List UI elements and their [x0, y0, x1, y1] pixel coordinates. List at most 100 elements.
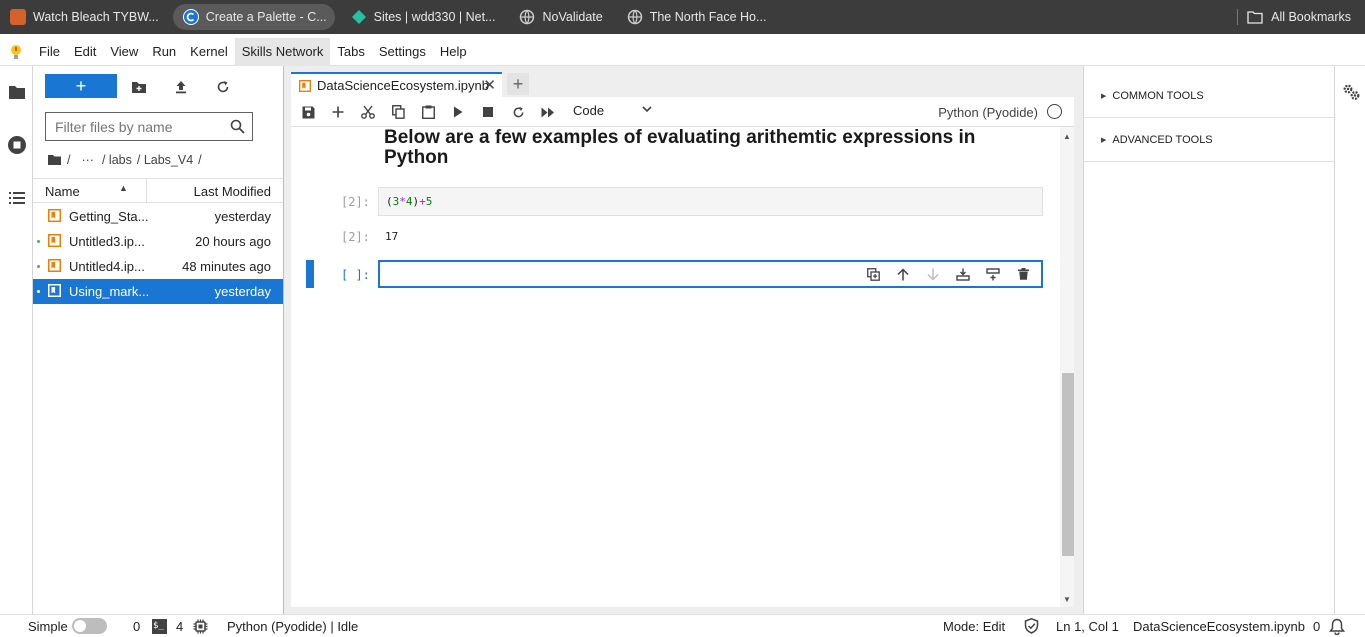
file-row[interactable]: Untitled4.ip... 48 minutes ago	[33, 254, 283, 279]
kernel-name-button[interactable]: Python (Pyodide)	[938, 105, 1038, 120]
breadcrumb-ellipsis[interactable]: ···	[81, 153, 94, 167]
file-name: Untitled3.ip...	[69, 234, 145, 249]
new-launcher-button[interactable]: +	[45, 74, 117, 98]
menu-run[interactable]: Run	[145, 38, 183, 66]
file-list-header: Name ▲ Last Modified	[33, 178, 283, 203]
globe-icon	[519, 9, 535, 25]
table-of-contents-icon[interactable]	[6, 187, 27, 208]
breadcrumb: / ··· / labs / Labs_V4 /	[47, 152, 207, 168]
file-browser: + / ··· / labs / Labs_V4 / Name ▲ Last M…	[33, 66, 284, 614]
run-icon[interactable]	[448, 102, 468, 122]
simple-mode-toggle[interactable]	[72, 618, 107, 634]
all-bookmarks-button[interactable]: All Bookmarks	[1247, 0, 1351, 34]
menu-tabs[interactable]: Tabs	[330, 38, 371, 66]
cell-output-prompt: [2]:	[341, 230, 370, 244]
breadcrumb-labs-v4[interactable]: / Labs_V4	[137, 153, 193, 167]
file-row-selected[interactable]: Using_mark... yesterday	[33, 279, 283, 304]
notebook-toolbar: Code Python (Pyodide)	[291, 97, 1074, 127]
property-inspector-gears-icon[interactable]	[1342, 83, 1360, 104]
common-tools-section[interactable]: ▶ COMMON TOOLS	[1084, 74, 1334, 118]
move-up-icon[interactable]	[888, 264, 918, 284]
anime-favicon-icon	[10, 9, 26, 25]
move-down-icon[interactable]	[918, 264, 948, 284]
menu-settings[interactable]: Settings	[372, 38, 433, 66]
bookmark-palette[interactable]: Create a Palette - C...	[172, 4, 335, 30]
menu-file[interactable]: File	[32, 38, 67, 66]
refresh-icon[interactable]	[213, 77, 233, 97]
palette-favicon-icon	[182, 9, 199, 25]
copy-icon[interactable]	[388, 102, 408, 122]
file-row[interactable]: Getting_Sta... yesterday	[33, 204, 283, 229]
cut-icon[interactable]	[358, 102, 378, 122]
bookmark-novalidate[interactable]: NoValidate	[509, 4, 610, 30]
notebook-icon	[48, 284, 61, 300]
tab-datascienceecosystem[interactable]: DataScienceEcosystem.ipynb ✕	[291, 72, 502, 97]
notebook-icon	[48, 259, 61, 275]
delete-cell-icon[interactable]	[1008, 264, 1038, 284]
notification-count[interactable]: 0	[1313, 619, 1320, 634]
code-cell-editor[interactable]	[383, 265, 853, 283]
notebook-icon	[48, 209, 61, 225]
menu-help[interactable]: Help	[433, 38, 474, 66]
cpu-chip-icon	[193, 619, 208, 637]
breadcrumb-labs[interactable]: / labs	[102, 153, 132, 167]
terminal-icon: $_	[152, 619, 167, 634]
column-modified-header[interactable]: Last Modified	[194, 184, 271, 199]
bookmark-bleach[interactable]: Watch Bleach TYBW...	[0, 4, 167, 30]
terminal-count[interactable]: 0	[133, 619, 140, 634]
column-divider[interactable]	[146, 179, 147, 203]
right-sidebar-tabs	[1334, 66, 1365, 614]
stop-icon[interactable]	[478, 102, 498, 122]
kernel-idle-status-icon	[1047, 104, 1062, 119]
status-bar: Simple 0 $_ 4 Python (Pyodide) | Idle Mo…	[0, 614, 1365, 637]
bookmark-northface[interactable]: The North Face Ho...	[617, 4, 775, 30]
restart-kernel-icon[interactable]	[508, 102, 528, 122]
insert-below-icon[interactable]	[978, 264, 1008, 284]
notebook-scrollbar[interactable]: ▲ ▼	[1060, 127, 1074, 607]
duplicate-cell-icon[interactable]	[858, 264, 888, 284]
menu-view[interactable]: View	[103, 38, 145, 66]
trusted-shield-icon[interactable]	[1024, 618, 1039, 637]
scroll-down-arrow-icon[interactable]: ▼	[1063, 595, 1071, 604]
save-icon[interactable]	[298, 102, 318, 122]
scroll-up-arrow-icon[interactable]: ▲	[1063, 132, 1071, 141]
paste-icon[interactable]	[418, 102, 438, 122]
cell-toolbar	[858, 264, 1038, 284]
restart-run-all-icon[interactable]	[538, 102, 558, 122]
menu-edit[interactable]: Edit	[67, 38, 103, 66]
file-browser-toolbar: +	[33, 74, 283, 100]
filter-files-input[interactable]	[55, 118, 225, 135]
code-cell-input[interactable]: (3*4)+5	[378, 187, 1043, 216]
markdown-heading: Below are a few examples of evaluating a…	[384, 127, 976, 168]
advanced-tools-section[interactable]: ▶ ADVANCED TOOLS	[1084, 118, 1334, 162]
cell-type-select[interactable]: Code	[573, 103, 653, 121]
active-cell-indicator	[306, 260, 314, 288]
home-folder-icon[interactable]	[47, 154, 62, 166]
file-row[interactable]: Untitled3.ip... 20 hours ago	[33, 229, 283, 254]
bookmark-sites[interactable]: Sites | wdd330 | Net...	[341, 4, 504, 30]
kernel-count[interactable]: 4	[176, 619, 183, 634]
simple-mode-label: Simple	[28, 619, 68, 634]
globe-icon	[627, 9, 643, 25]
cell-type-value: Code	[573, 103, 605, 118]
breadcrumb-root[interactable]: /	[67, 153, 70, 167]
kernel-status-text[interactable]: Python (Pyodide) | Idle	[227, 619, 358, 634]
column-name-header[interactable]: Name	[45, 184, 80, 199]
menu-skills-network[interactable]: Skills Network	[234, 37, 331, 66]
sort-ascending-icon: ▲	[119, 183, 128, 193]
bookmarks-bar: Watch Bleach TYBW... Create a Palette - …	[0, 0, 1365, 34]
upload-icon[interactable]	[171, 77, 191, 97]
scrollbar-thumb[interactable]	[1062, 373, 1074, 556]
cursor-position[interactable]: Ln 1, Col 1	[1056, 619, 1119, 634]
insert-cell-icon[interactable]	[328, 102, 348, 122]
bell-icon[interactable]	[1328, 618, 1346, 637]
main-area: DataScienceEcosystem.ipynb ✕ + Code Pyth…	[284, 66, 1083, 614]
close-tab-icon[interactable]: ✕	[483, 76, 496, 94]
notebook-icon	[48, 234, 61, 250]
new-tab-button[interactable]: +	[507, 73, 529, 95]
menu-kernel[interactable]: Kernel	[183, 38, 235, 66]
folder-icon[interactable]	[6, 82, 27, 103]
insert-above-icon[interactable]	[948, 264, 978, 284]
new-folder-icon[interactable]	[129, 77, 149, 97]
running-sessions-icon[interactable]	[6, 134, 27, 155]
